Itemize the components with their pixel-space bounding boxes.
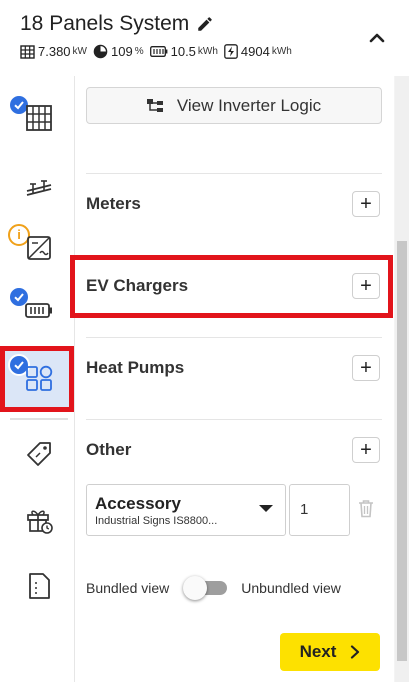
unbundled-view-label: Unbundled view [241, 580, 341, 596]
bundled-view-label: Bundled view [86, 580, 170, 596]
sidebar-item-pricing[interactable] [0, 424, 74, 486]
stat-value: 10.5 [170, 44, 196, 59]
next-button[interactable]: Next [280, 633, 380, 671]
plus-icon: + [360, 275, 372, 297]
inverter-icon [27, 236, 51, 260]
stat-unit: % [134, 46, 144, 57]
stat-system-size: 7.380 kW [20, 44, 87, 59]
main-area: View Inverter Logic Meters + EV Chargers… [70, 76, 409, 682]
sidebar-item-inverter[interactable]: i [0, 218, 74, 280]
stat-value: 7.380 [38, 44, 71, 59]
add-meter-button[interactable]: + [352, 191, 380, 217]
accessory-select[interactable]: Accessory Industrial Signs IS8800... [86, 484, 286, 536]
add-ons-icon [26, 365, 53, 391]
step-sidebar: i [0, 76, 75, 682]
add-ev-charger-button[interactable]: + [352, 273, 380, 299]
toggle-thumb [183, 576, 208, 600]
section-label: Meters [86, 194, 141, 213]
add-other-button[interactable]: + [352, 437, 380, 463]
trash-icon[interactable] [358, 499, 374, 518]
view-inverter-logic-label: View Inverter Logic [176, 95, 322, 115]
scrollbar-thumb[interactable] [397, 241, 407, 661]
sidebar-item-panels[interactable] [0, 88, 74, 150]
section-label: EV Chargers [86, 276, 189, 295]
sidebar-item-summary[interactable] [0, 556, 74, 618]
stat-unit: kW [72, 46, 87, 57]
plus-icon: + [360, 357, 372, 379]
stat-production: 4904 kWh [224, 44, 292, 59]
battery-icon [25, 303, 52, 318]
stat-unit: kWh [197, 46, 218, 57]
sidebar-item-incentives[interactable] [0, 490, 74, 552]
vertical-scrollbar[interactable] [395, 76, 409, 682]
section-label: Other [86, 440, 132, 459]
add-heat-pump-button[interactable]: + [352, 355, 380, 381]
stat-unit: kWh [271, 46, 292, 57]
plus-icon: + [360, 439, 372, 461]
section-heat-pumps: Heat Pumps + [86, 337, 382, 420]
quantity-value: 1 [300, 501, 309, 518]
stat-value: 109 [111, 44, 133, 59]
lightning-box-icon [224, 44, 238, 59]
pencil-edit-icon[interactable] [196, 15, 214, 33]
pie-chart-icon [93, 44, 108, 59]
stat-battery: 10.5 kWh [149, 44, 218, 59]
header: 18 Panels System 7.380 kW 109% 10.5 kWh 49… [0, 0, 409, 76]
title-row: 18 Panels System [20, 11, 214, 37]
sidebar-item-add-ons[interactable] [0, 348, 74, 410]
hierarchy-icon [146, 98, 163, 112]
sidebar-divider [10, 418, 68, 420]
quantity-input[interactable]: 1 [289, 484, 350, 536]
caret-down-icon [259, 505, 273, 512]
accessory-row: Accessory Industrial Signs IS8800... 1 [86, 484, 382, 538]
view-inverter-logic-button[interactable]: View Inverter Logic [86, 87, 382, 124]
solar-panel-grid-icon [20, 44, 35, 59]
view-toggle-row: Bundled view Unbundled view [86, 576, 382, 600]
battery-icon [149, 46, 168, 57]
section-ev-chargers: EV Chargers + [86, 255, 382, 338]
stat-offset: 109% [93, 44, 144, 59]
add-ons-panel: View Inverter Logic Meters + EV Chargers… [70, 76, 394, 682]
stat-value: 4904 [240, 44, 270, 59]
mounting-rails-icon [26, 180, 52, 196]
sidebar-item-battery[interactable] [0, 280, 74, 342]
plus-icon: + [360, 193, 372, 215]
system-stats: 7.380 kW 109% 10.5 kWh 4904 kWh [20, 44, 298, 59]
incentives-gift-icon [27, 510, 53, 534]
system-title: 18 Panels System [20, 12, 190, 35]
accessory-subtitle: Industrial Signs IS8800... [95, 515, 218, 527]
bundled-view-toggle[interactable] [183, 576, 228, 600]
solar-panels-icon [26, 105, 52, 131]
section-meters: Meters + [86, 173, 382, 256]
section-label: Heat Pumps [86, 358, 185, 377]
chevron-up-icon[interactable] [365, 26, 389, 50]
accessory-title: Accessory [95, 494, 182, 513]
document-icon [29, 573, 50, 599]
next-label: Next [299, 642, 337, 661]
price-tag-icon [27, 442, 51, 466]
sidebar-item-racking[interactable] [0, 156, 74, 218]
chevron-right-icon [351, 645, 360, 659]
